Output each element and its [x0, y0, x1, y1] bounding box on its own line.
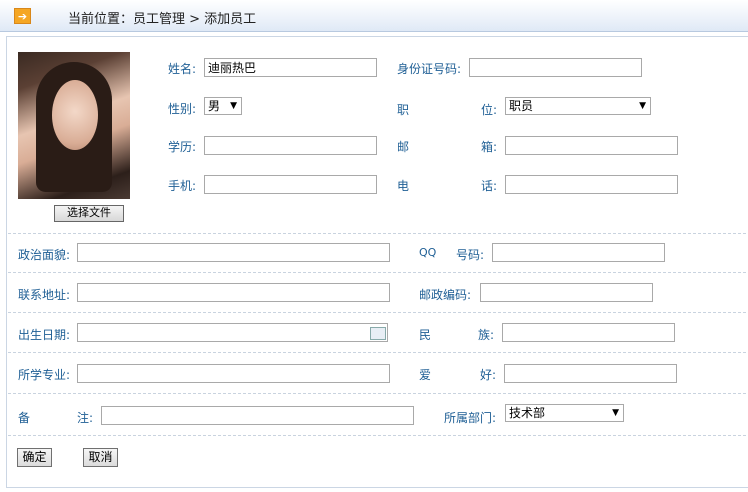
email-label-second: 箱:: [481, 140, 498, 154]
address-input[interactable]: [77, 283, 390, 302]
divider: [8, 393, 746, 394]
mobile-label: 手机:: [168, 179, 197, 193]
idcard-label: 身份证号码:: [397, 62, 462, 76]
birthday-input[interactable]: [77, 323, 388, 342]
gender-selected: 男: [208, 99, 221, 113]
political-input[interactable]: [77, 243, 390, 262]
phone-label-first: 电: [397, 179, 410, 193]
major-label: 所学专业:: [18, 368, 71, 382]
gender-label: 性别:: [168, 102, 197, 116]
confirm-button[interactable]: 确定: [17, 448, 52, 467]
phone-label-second: 话:: [481, 179, 498, 193]
dropdown-arrow-icon: ▼: [639, 101, 646, 111]
name-label: 姓名:: [168, 62, 197, 76]
education-input[interactable]: [204, 136, 377, 155]
divider: [8, 272, 746, 273]
position-select[interactable]: 职员 ▼: [505, 97, 651, 115]
divider: [8, 233, 746, 234]
political-label: 政治面貌:: [18, 248, 71, 262]
qq-label-second: 号码:: [456, 248, 485, 262]
postcode-label: 邮政编码:: [419, 288, 472, 302]
dropdown-arrow-icon: ▼: [612, 408, 619, 418]
postcode-input[interactable]: [480, 283, 653, 302]
cancel-button[interactable]: 取消: [83, 448, 118, 467]
name-input[interactable]: [204, 58, 377, 77]
note-label-second: 注:: [77, 411, 94, 425]
idcard-input[interactable]: [469, 58, 642, 77]
qq-input[interactable]: [492, 243, 665, 262]
address-label: 联系地址:: [18, 288, 71, 302]
note-label-first: 备: [18, 411, 31, 425]
qq-label-first: QQ: [419, 246, 437, 259]
major-input[interactable]: [77, 364, 390, 383]
employee-photo: [18, 52, 130, 199]
gender-select[interactable]: 男 ▼: [204, 97, 242, 115]
ethnic-input[interactable]: [502, 323, 675, 342]
dept-label: 所属部门:: [444, 411, 497, 425]
dept-select[interactable]: 技术部 ▼: [505, 404, 624, 422]
breadcrumb-bar: ➔ 当前位置：员工管理 > 添加员工: [0, 0, 748, 32]
divider: [8, 312, 746, 313]
mobile-input[interactable]: [204, 175, 377, 194]
divider: [8, 352, 746, 353]
position-selected: 职员: [509, 99, 534, 113]
education-label: 学历:: [168, 140, 197, 154]
birthday-label: 出生日期:: [18, 328, 71, 342]
position-label-first: 职: [397, 103, 410, 117]
photo-face: [52, 80, 98, 150]
ethnic-label-second: 族:: [478, 328, 495, 342]
email-label-first: 邮: [397, 140, 410, 154]
arrow-right-icon: ➔: [14, 8, 31, 24]
dropdown-arrow-icon: ▼: [230, 101, 237, 111]
phone-input[interactable]: [505, 175, 678, 194]
position-label-second: 位:: [481, 103, 498, 117]
hobby-label-first: 爱: [419, 368, 432, 382]
note-input[interactable]: [101, 406, 414, 425]
hobby-label-second: 好:: [480, 368, 497, 382]
choose-file-button[interactable]: 选择文件: [54, 205, 124, 222]
dept-selected: 技术部: [509, 406, 546, 420]
ethnic-label-first: 民: [419, 328, 432, 342]
email-input[interactable]: [505, 136, 678, 155]
hobby-input[interactable]: [504, 364, 677, 383]
calendar-icon[interactable]: [370, 327, 386, 340]
divider: [8, 435, 746, 436]
breadcrumb: 当前位置：员工管理 > 添加员工: [68, 12, 257, 27]
